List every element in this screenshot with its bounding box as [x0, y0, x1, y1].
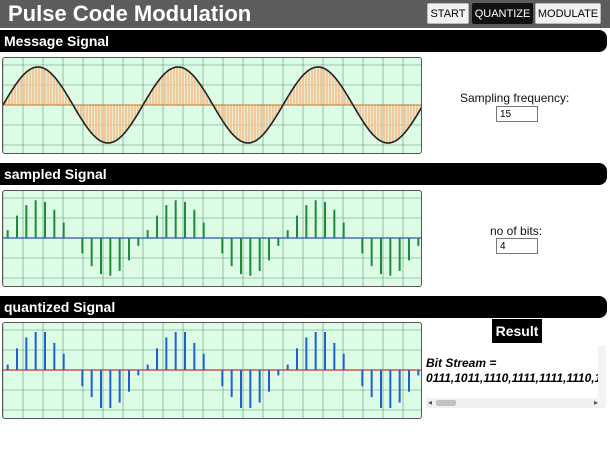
quantized-signal-header: quantized Signal — [0, 296, 607, 318]
modulate-button[interactable]: MODULATE — [535, 3, 601, 24]
sampled-signal-svg — [3, 191, 421, 286]
message-signal-svg — [3, 58, 421, 153]
bits-input[interactable] — [496, 238, 538, 254]
result-button[interactable]: Result — [492, 319, 542, 343]
sampled-signal-header: sampled Signal — [0, 163, 607, 185]
scroll-left-icon[interactable]: ◂ — [428, 398, 432, 408]
scroll-thumb[interactable] — [436, 400, 456, 406]
message-signal-plot — [2, 57, 422, 154]
sampling-frequency-input[interactable] — [496, 106, 538, 122]
quantize-button[interactable]: QUANTIZE — [472, 3, 533, 24]
start-button[interactable]: START — [427, 3, 469, 24]
bitstream-hscrollbar[interactable]: ◂ ▸ — [426, 398, 604, 408]
sampled-signal-plot — [2, 190, 422, 287]
bitstream-value: 0111,1011,1110,1111,1111,1110,1 — [426, 371, 602, 385]
bitstream-vscrollbar[interactable] — [598, 346, 606, 406]
quantized-signal-plot — [2, 322, 422, 419]
message-signal-header: Message Signal — [0, 30, 607, 52]
bitstream-panel: Bit Stream = 0111,1011,1110,1111,1111,11… — [424, 344, 608, 410]
sampling-frequency-label: Sampling frequency: — [460, 91, 570, 105]
app-title: Pulse Code Modulation — [8, 1, 252, 26]
bits-label: no of bits: — [490, 224, 543, 238]
bitstream-label: Bit Stream = — [426, 356, 497, 370]
quantized-signal-svg — [3, 323, 421, 418]
